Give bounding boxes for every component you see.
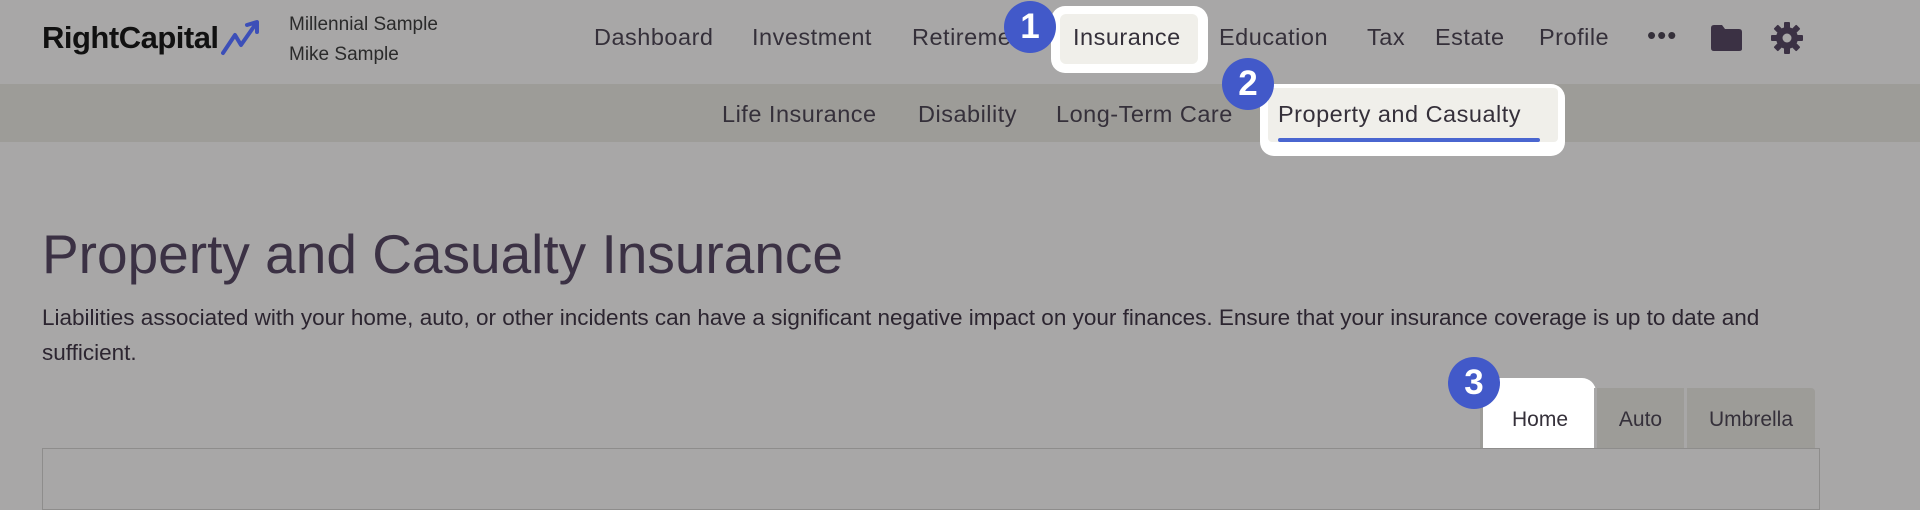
subnav-item-property-casualty[interactable]: Property and Casualty [1278, 101, 1521, 128]
content-panel [42, 448, 1820, 510]
tab-umbrella[interactable]: Umbrella [1687, 388, 1815, 452]
nav-item-profile[interactable]: Profile [1539, 24, 1609, 51]
nav-item-dashboard[interactable]: Dashboard [594, 24, 713, 51]
nav-item-tax[interactable]: Tax [1367, 24, 1405, 51]
logo-text: RightCapital [42, 20, 219, 55]
logo-chart-icon [220, 20, 259, 55]
nav-item-estate[interactable]: Estate [1435, 24, 1505, 51]
household-name: Millennial Sample [289, 14, 438, 35]
nav-item-investment[interactable]: Investment [752, 24, 872, 51]
nav-item-retirement[interactable]: Retireme [912, 24, 1011, 51]
subnav-item-life-insurance[interactable]: Life Insurance [722, 101, 877, 128]
nav-item-insurance[interactable]: Insurance [1073, 24, 1181, 51]
step-badge-3: 3 [1448, 357, 1500, 409]
subnav-item-long-term-care[interactable]: Long-Term Care [1056, 101, 1233, 128]
active-tab-underline [1278, 138, 1540, 142]
page-title: Property and Casualty Insurance [42, 223, 843, 285]
more-menu-button[interactable]: ••• [1647, 20, 1677, 51]
subnav-item-disability[interactable]: Disability [918, 101, 1017, 128]
logo[interactable]: RightCapital [42, 18, 263, 58]
tab-home[interactable]: Home [1490, 388, 1590, 452]
step-badge-2: 2 [1222, 58, 1274, 110]
client-name: Mike Sample [289, 44, 399, 65]
page-description: Liabilities associated with your home, a… [42, 305, 1760, 365]
step-badge-1: 1 [1004, 1, 1056, 53]
gear-icon[interactable] [1770, 21, 1804, 55]
nav-item-education[interactable]: Education [1219, 24, 1328, 51]
client-info[interactable]: Millennial Sample Mike Sample [289, 10, 438, 70]
tab-auto[interactable]: Auto [1597, 388, 1684, 452]
folder-icon[interactable] [1709, 24, 1743, 52]
